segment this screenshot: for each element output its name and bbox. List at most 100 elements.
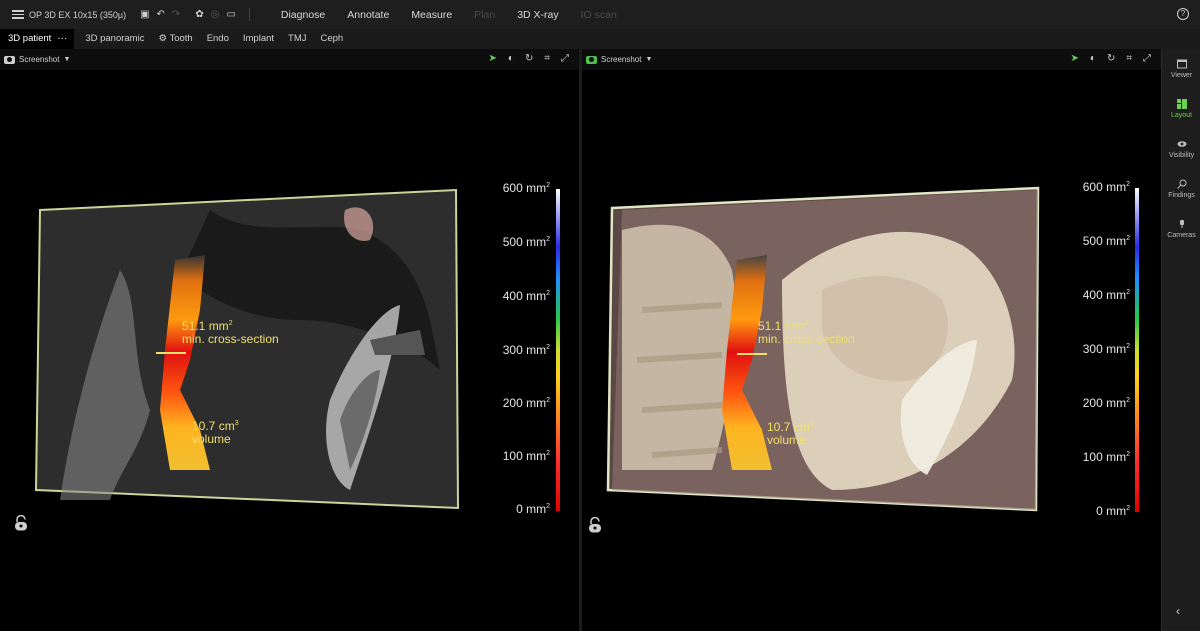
scale-label-300: 300 mm2 bbox=[502, 343, 550, 357]
area-color-scale-labels: 600 mm2 500 mm2 400 mm2 300 mm2 200 mm2 … bbox=[470, 181, 550, 516]
crop-icon[interactable]: ⌗ bbox=[544, 53, 550, 64]
sidebar-item-findings-label: Findings bbox=[1168, 192, 1195, 199]
help-icon[interactable]: ? bbox=[1177, 8, 1189, 20]
redo-icon[interactable]: ↷ bbox=[172, 9, 180, 20]
sidebar-item-viewer[interactable]: Viewer bbox=[1162, 59, 1200, 79]
viewport-header: Screenshot ▼ ➤ ◐ ↻ ⌗ ⤢ bbox=[0, 49, 579, 70]
min-cross-section-marker bbox=[737, 353, 767, 355]
fullscreen-icon[interactable]: ⤢ bbox=[1143, 53, 1151, 64]
more-options-icon[interactable]: ··· bbox=[57, 33, 67, 44]
contrast-icon[interactable]: ◐ bbox=[1090, 53, 1096, 64]
sidebar-item-layout-label: Layout bbox=[1170, 112, 1193, 119]
volume-value: 10.7 cm bbox=[192, 419, 235, 433]
chevron-down-icon[interactable]: ▼ bbox=[645, 56, 652, 63]
layout-icon bbox=[1176, 99, 1187, 109]
scale-label-100: 100 mm2 bbox=[1082, 450, 1130, 464]
scale-label-0: 0 mm2 bbox=[1096, 504, 1130, 518]
collapse-sidebar-chevron-icon[interactable]: ‹ bbox=[1176, 604, 1180, 618]
screenshot-dropdown[interactable]: Screenshot bbox=[19, 55, 59, 64]
rotate-icon[interactable]: ↻ bbox=[1107, 53, 1115, 64]
findings-icon bbox=[1176, 179, 1186, 189]
nav-3d-xray[interactable]: 3D X-ray bbox=[506, 9, 569, 21]
sidebar-item-visibility[interactable]: Visibility bbox=[1162, 139, 1200, 159]
tab-ceph[interactable]: Ceph bbox=[314, 29, 351, 49]
min-cross-section-label: min. cross-section bbox=[758, 332, 855, 346]
min-cross-section-value: 51.1 mm bbox=[182, 319, 229, 333]
tab-3d-panoramic[interactable]: 3D panoramic bbox=[78, 29, 151, 49]
min-cross-section-value: 51.1 mm bbox=[758, 319, 805, 333]
monitor-icon[interactable]: ▭ bbox=[226, 9, 235, 20]
toolbar-divider bbox=[248, 8, 250, 21]
viewport-right[interactable]: Screenshot ▼ ➤ ◐ ↻ ⌗ ⤢ 51.1 mm2 min. cro… bbox=[582, 49, 1161, 631]
tab-tooth-label: Tooth bbox=[169, 33, 193, 44]
right-sidebar: Viewer Layout Visibility Findings Camera… bbox=[1161, 49, 1200, 631]
tooth-icon: ⚙ bbox=[158, 33, 170, 44]
scale-label-600: 600 mm2 bbox=[502, 181, 550, 195]
nav-diagnose[interactable]: Diagnose bbox=[270, 9, 336, 21]
tab-tmj[interactable]: TMJ bbox=[281, 29, 313, 49]
pointer-icon[interactable]: ➤ bbox=[489, 53, 497, 64]
scale-label-100: 100 mm2 bbox=[502, 449, 550, 463]
area-color-scale-bar bbox=[556, 189, 560, 511]
viewport-header: Screenshot ▼ ➤ ◐ ↻ ⌗ ⤢ bbox=[582, 49, 1161, 70]
min-cross-section-marker bbox=[156, 352, 186, 354]
volume-label: volume bbox=[192, 432, 231, 446]
main-navigation: Diagnose Annotate Measure Plan 3D X-ray … bbox=[270, 9, 628, 21]
nav-annotate[interactable]: Annotate bbox=[336, 9, 400, 21]
sidebar-item-cameras-label: Cameras bbox=[1167, 232, 1196, 239]
sidebar-item-cameras[interactable]: Cameras bbox=[1162, 219, 1200, 239]
tab-tooth[interactable]: ⚙ Tooth bbox=[151, 29, 199, 49]
sidebar-item-visibility-label: Visibility bbox=[1168, 152, 1195, 159]
rotate-icon[interactable]: ↻ bbox=[525, 53, 533, 64]
scale-label-500: 500 mm2 bbox=[502, 235, 550, 249]
scale-label-200: 200 mm2 bbox=[502, 396, 550, 410]
area-color-scale-labels: 600 mm2 500 mm2 400 mm2 300 mm2 200 mm2 … bbox=[1050, 180, 1130, 518]
volume-annotation: 10.7 cm3 volume bbox=[192, 419, 239, 446]
pointer-icon[interactable]: ➤ bbox=[1071, 53, 1079, 64]
fullscreen-icon[interactable]: ⤢ bbox=[561, 53, 569, 64]
volume-label: volume bbox=[767, 433, 806, 447]
target-icon[interactable]: ◎ bbox=[211, 9, 220, 20]
volume-value: 10.7 cm bbox=[767, 420, 810, 434]
area-color-scale-bar bbox=[1135, 188, 1139, 512]
viewer-icon bbox=[1176, 59, 1187, 69]
tab-3d-patient[interactable]: 3D patient ··· bbox=[0, 29, 75, 49]
scale-label-0: 0 mm2 bbox=[516, 502, 550, 516]
scale-label-400: 400 mm2 bbox=[1082, 288, 1130, 302]
scale-label-300: 300 mm2 bbox=[1082, 342, 1130, 356]
screenshot-camera-icon[interactable] bbox=[4, 55, 15, 64]
tab-endo[interactable]: Endo bbox=[200, 29, 236, 49]
scale-label-200: 200 mm2 bbox=[1082, 396, 1130, 410]
quick-tools: ▣ ↶ ↷ ✿ ◎ ▭ bbox=[140, 8, 256, 21]
sidebar-item-viewer-label: Viewer bbox=[1170, 72, 1193, 79]
chevron-down-icon[interactable]: ▼ bbox=[63, 56, 70, 63]
tab-3d-patient-label: 3D patient bbox=[8, 33, 52, 44]
nav-measure[interactable]: Measure bbox=[400, 9, 463, 21]
viewport-tools: ➤ ◐ ↻ ⌗ ⤢ bbox=[1071, 53, 1151, 64]
min-cross-section-annotation: 51.1 mm2 min. cross-section bbox=[182, 319, 279, 346]
save-icon[interactable]: ▣ bbox=[140, 9, 149, 20]
unlock-icon[interactable] bbox=[14, 515, 28, 531]
volume-annotation: 10.7 cm3 volume bbox=[767, 420, 814, 447]
undo-icon[interactable]: ↶ bbox=[157, 9, 165, 20]
settings-wheel-icon[interactable]: ✿ bbox=[195, 9, 203, 20]
contrast-icon[interactable]: ◐ bbox=[508, 53, 514, 64]
screenshot-dropdown[interactable]: Screenshot bbox=[601, 55, 641, 64]
crop-icon[interactable]: ⌗ bbox=[1126, 53, 1132, 64]
min-cross-section-annotation: 51.1 mm2 min. cross-section bbox=[758, 319, 855, 346]
scale-label-400: 400 mm2 bbox=[502, 289, 550, 303]
tab-implant[interactable]: Implant bbox=[236, 29, 281, 49]
screenshot-camera-icon[interactable] bbox=[586, 55, 597, 64]
nav-io-scan[interactable]: IO scan bbox=[570, 9, 628, 21]
top-toolbar: OP 3D EX 10x15 (350µ) ▣ ↶ ↷ ✿ ◎ ▭ Diagno… bbox=[0, 0, 1200, 29]
scale-label-600: 600 mm2 bbox=[1082, 180, 1130, 194]
view-tabs: 3D patient ··· 3D panoramic ⚙ Tooth Endo … bbox=[0, 29, 1200, 49]
nav-plan[interactable]: Plan bbox=[463, 9, 506, 21]
unlock-icon[interactable] bbox=[588, 517, 602, 533]
viewport-left[interactable]: Screenshot ▼ ➤ ◐ ↻ ⌗ ⤢ 51.1 mm2 min. cro… bbox=[0, 49, 579, 631]
hamburger-menu-icon[interactable] bbox=[12, 10, 24, 19]
sidebar-item-findings[interactable]: Findings bbox=[1162, 179, 1200, 199]
eye-icon bbox=[1177, 141, 1186, 147]
sidebar-item-layout[interactable]: Layout bbox=[1162, 99, 1200, 119]
min-cross-section-label: min. cross-section bbox=[182, 332, 279, 346]
